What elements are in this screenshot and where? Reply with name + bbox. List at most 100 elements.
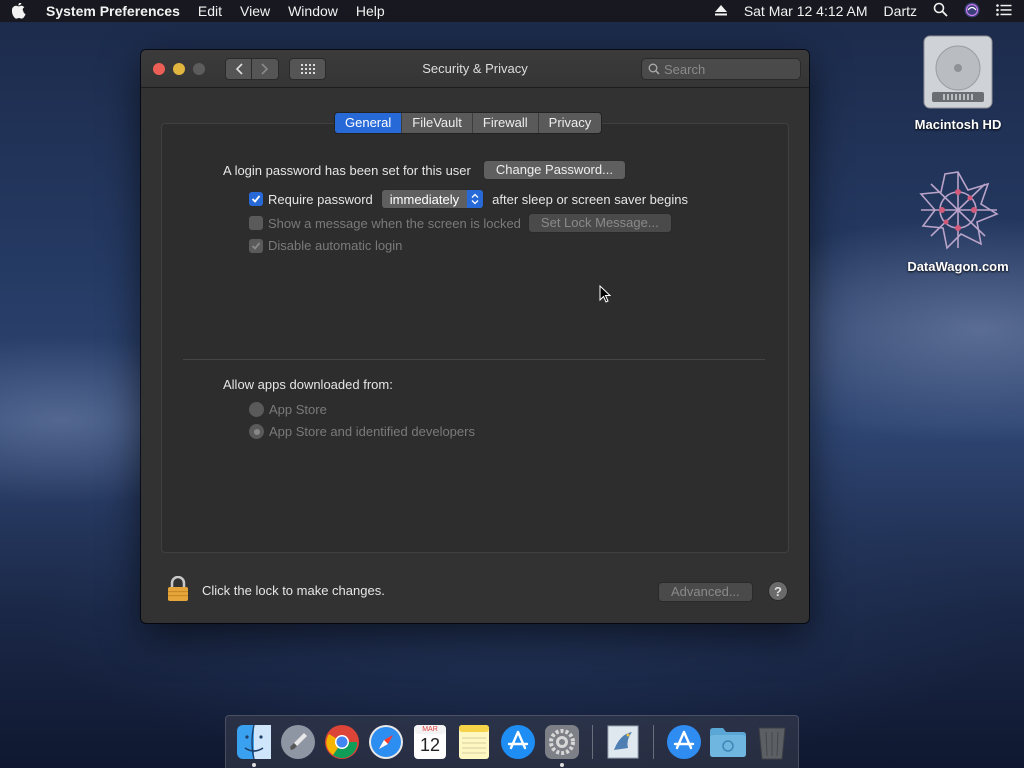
tab-privacy[interactable]: Privacy bbox=[537, 113, 602, 133]
grid-icon bbox=[300, 63, 315, 74]
dock-calendar[interactable]: MAR 12 bbox=[411, 723, 449, 761]
require-password-select[interactable]: immediately bbox=[380, 189, 485, 209]
desktop-icon-label: Macintosh HD bbox=[914, 117, 1002, 132]
tab-bar: General FileVault Firewall Privacy bbox=[334, 112, 603, 134]
datawagon-logo-icon bbox=[919, 171, 999, 250]
allow-apps-label: Allow apps downloaded from: bbox=[223, 377, 393, 392]
lock-icon[interactable] bbox=[167, 575, 189, 605]
lock-row: Click the lock to make changes. bbox=[167, 575, 385, 605]
menubar-user[interactable]: Dartz bbox=[884, 3, 917, 19]
change-password-button[interactable]: Change Password... bbox=[482, 160, 626, 180]
tab-firewall[interactable]: Firewall bbox=[471, 113, 538, 133]
dock: MAR 12 bbox=[225, 715, 799, 768]
radio-app-store-row: App Store bbox=[249, 402, 327, 417]
radio-identified-label: App Store and identified developers bbox=[269, 424, 475, 439]
set-lock-message-button[interactable]: Set Lock Message... bbox=[527, 213, 672, 233]
require-password-row: Require password immediately after sleep… bbox=[249, 189, 688, 209]
desktop-icon-datawagon[interactable]: DataWagon.com bbox=[903, 168, 1013, 274]
menu-help[interactable]: Help bbox=[356, 3, 385, 19]
finder-icon bbox=[237, 724, 271, 760]
dock-finder[interactable] bbox=[235, 723, 273, 767]
dock-separator bbox=[592, 725, 593, 759]
hard-drive-icon bbox=[923, 35, 993, 109]
dock-launchpad[interactable] bbox=[279, 723, 317, 761]
disable-login-label: Disable automatic login bbox=[268, 238, 403, 253]
disable-login-checkbox[interactable] bbox=[249, 238, 263, 253]
chrome-icon bbox=[325, 725, 359, 759]
help-button[interactable]: ? bbox=[768, 581, 788, 601]
dock-notes[interactable] bbox=[455, 723, 493, 761]
mouse-cursor-icon bbox=[599, 284, 612, 306]
show-message-row: Show a message when the screen is locked… bbox=[249, 213, 672, 233]
security-privacy-window: Security & Privacy General FileVault Fir… bbox=[141, 50, 809, 623]
rocket-icon bbox=[281, 725, 315, 759]
notification-center-icon[interactable] bbox=[996, 3, 1012, 19]
require-password-label: Require password bbox=[268, 191, 373, 207]
radio-app-store-label: App Store bbox=[269, 402, 327, 417]
select-arrows-icon bbox=[467, 190, 484, 208]
traffic-lights bbox=[153, 62, 205, 75]
require-password-checkbox[interactable] bbox=[249, 192, 263, 206]
menu-view[interactable]: View bbox=[240, 3, 270, 19]
radio-app-store[interactable] bbox=[249, 402, 264, 417]
show-all-button[interactable] bbox=[289, 57, 326, 80]
menu-window[interactable]: Window bbox=[288, 3, 338, 19]
advanced-button[interactable]: Advanced... bbox=[658, 582, 753, 602]
back-button[interactable] bbox=[225, 57, 252, 80]
radio-identified-row: App Store and identified developers bbox=[249, 424, 475, 439]
lock-text: Click the lock to make changes. bbox=[202, 583, 385, 598]
checkmark-icon bbox=[251, 195, 261, 203]
section-divider bbox=[183, 359, 765, 360]
content-panel bbox=[161, 123, 789, 553]
desktop-icon-label: DataWagon.com bbox=[907, 259, 1009, 274]
menubar-clock[interactable]: Sat Mar 12 4:12 AM bbox=[744, 3, 868, 19]
dock-preview-image[interactable] bbox=[604, 723, 642, 761]
menu-edit[interactable]: Edit bbox=[198, 3, 222, 19]
radio-identified-developers[interactable] bbox=[249, 424, 264, 439]
calendar-day: 12 bbox=[419, 735, 441, 755]
search-icon bbox=[648, 63, 660, 75]
search-field[interactable] bbox=[641, 58, 801, 80]
show-message-checkbox[interactable] bbox=[249, 216, 263, 230]
dock-trash[interactable] bbox=[753, 723, 791, 761]
zoom-button[interactable] bbox=[193, 62, 205, 75]
folder-icon bbox=[710, 728, 746, 757]
calendar-month: MAR bbox=[422, 726, 438, 733]
dock-app-store[interactable] bbox=[499, 723, 537, 761]
search-input[interactable] bbox=[664, 61, 794, 77]
eject-icon[interactable] bbox=[714, 3, 728, 19]
app-store-icon bbox=[667, 725, 701, 759]
app-store-icon bbox=[501, 725, 535, 759]
menu-app-name[interactable]: System Preferences bbox=[46, 3, 180, 19]
dock-downloads-folder[interactable] bbox=[709, 723, 747, 761]
desktop-icon-macintosh-hd[interactable]: Macintosh HD bbox=[903, 32, 1013, 132]
minimize-button[interactable] bbox=[173, 62, 185, 75]
checkmark-icon bbox=[251, 241, 261, 250]
forward-button[interactable] bbox=[252, 57, 279, 80]
tab-general[interactable]: General bbox=[335, 113, 402, 133]
gear-icon bbox=[545, 725, 579, 759]
allow-apps-heading: Allow apps downloaded from: bbox=[223, 377, 393, 392]
login-password-row: A login password has been set for this u… bbox=[223, 160, 626, 180]
menu-bar: System Preferences Edit View Window Help… bbox=[0, 0, 1024, 22]
window-titlebar[interactable]: Security & Privacy bbox=[141, 50, 809, 88]
apple-menu-icon[interactable] bbox=[12, 3, 28, 19]
login-password-text: A login password has been set for this u… bbox=[223, 162, 471, 178]
require-password-value: immediately bbox=[389, 191, 460, 207]
siri-icon[interactable] bbox=[964, 2, 980, 21]
tab-filevault[interactable]: FileVault bbox=[401, 113, 472, 133]
dock-separator bbox=[653, 725, 654, 759]
spotlight-search-icon[interactable] bbox=[933, 2, 948, 20]
dock-chrome[interactable] bbox=[323, 723, 361, 761]
safari-compass-icon bbox=[369, 725, 403, 759]
close-button[interactable] bbox=[153, 62, 165, 75]
chevron-right-icon bbox=[261, 62, 269, 75]
nav-buttons bbox=[225, 57, 279, 80]
dock-applications-folder[interactable] bbox=[665, 723, 703, 761]
dock-system-preferences[interactable] bbox=[543, 723, 581, 767]
notes-icon bbox=[459, 725, 489, 759]
trash-icon bbox=[758, 727, 786, 760]
dock-safari[interactable] bbox=[367, 723, 405, 761]
disable-login-row: Disable automatic login bbox=[249, 238, 402, 253]
chevron-left-icon bbox=[235, 62, 243, 75]
